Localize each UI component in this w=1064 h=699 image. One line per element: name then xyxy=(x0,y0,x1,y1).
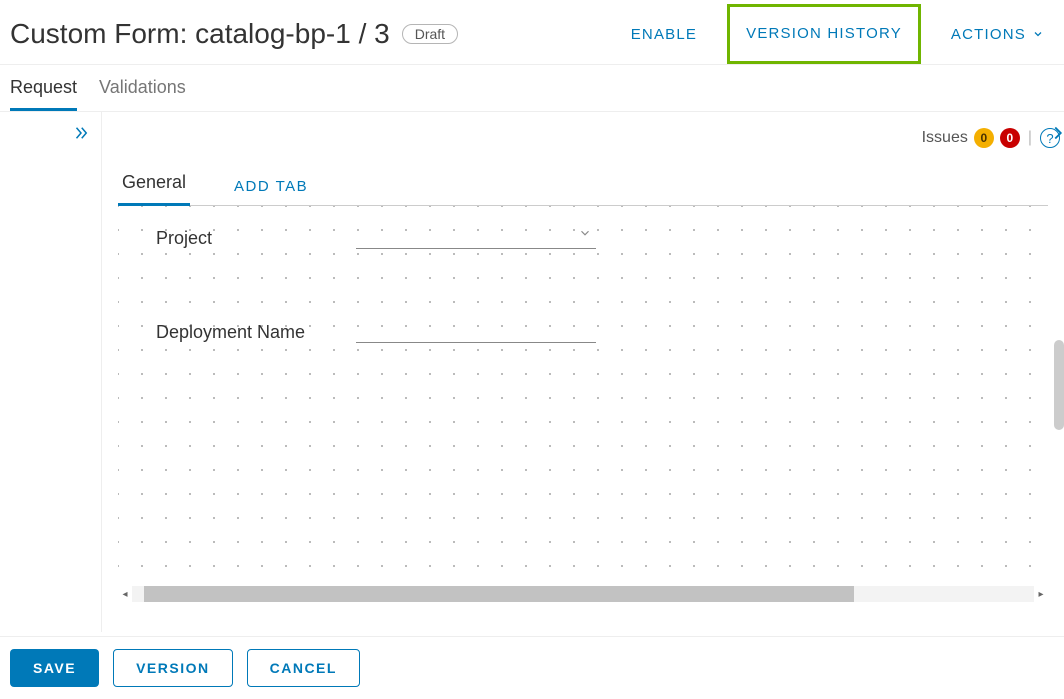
double-chevron-right-icon xyxy=(71,124,91,142)
header-nav: ENABLE VERSION HISTORY ACTIONS xyxy=(609,25,1044,43)
scroll-track[interactable] xyxy=(132,586,1034,602)
chevron-down-icon xyxy=(578,226,592,243)
project-dropdown[interactable] xyxy=(356,228,596,249)
workspace: Issues 0 0 | ? General ADD TAB Project xyxy=(0,112,1064,632)
divider: | xyxy=(1028,129,1032,147)
version-history-highlight: VERSION HISTORY xyxy=(727,4,921,64)
actions-label: ACTIONS xyxy=(951,26,1026,43)
scroll-left-button[interactable]: ◂ xyxy=(118,589,132,600)
errors-badge[interactable]: 0 xyxy=(1000,128,1020,148)
actions-menu-button[interactable]: ACTIONS xyxy=(951,26,1044,43)
field-project[interactable]: Project xyxy=(156,228,596,249)
form-canvas[interactable]: Project Deployment Name xyxy=(118,206,1048,586)
page-vertical-scrollbar[interactable] xyxy=(1054,340,1064,430)
add-tab-button[interactable]: ADD TAB xyxy=(230,168,312,205)
page-title: Custom Form: catalog-bp-1 / 3 xyxy=(10,18,390,50)
tab-validations[interactable]: Validations xyxy=(99,77,186,111)
chevron-right-icon xyxy=(1052,122,1064,144)
status-badge: Draft xyxy=(402,24,458,44)
field-deployment-name[interactable]: Deployment Name xyxy=(156,322,596,343)
issues-bar: Issues 0 0 | ? xyxy=(102,118,1064,162)
project-label: Project xyxy=(156,228,356,249)
issues-label: Issues xyxy=(922,129,968,147)
version-history-button[interactable]: VERSION HISTORY xyxy=(746,25,902,42)
version-button[interactable]: VERSION xyxy=(113,649,233,687)
canvas-wrap: Project Deployment Name xyxy=(102,206,1064,586)
form-tab-general[interactable]: General xyxy=(118,162,190,206)
form-tabs-wrap: General ADD TAB xyxy=(102,162,1064,206)
form-tabs: General ADD TAB xyxy=(118,162,1048,206)
page-header: Custom Form: catalog-bp-1 / 3 Draft ENAB… xyxy=(0,0,1064,65)
enable-button[interactable]: ENABLE xyxy=(631,26,697,43)
tab-request[interactable]: Request xyxy=(10,77,77,111)
footer-bar: SAVE VERSION CANCEL xyxy=(0,636,1064,699)
primary-tabs: Request Validations xyxy=(0,65,1064,112)
scroll-thumb[interactable] xyxy=(144,586,854,602)
expand-right-panel-button[interactable] xyxy=(1052,122,1064,149)
canvas-horizontal-scrollbar[interactable]: ◂ ▸ xyxy=(118,586,1048,602)
deployment-name-input[interactable] xyxy=(356,322,596,343)
deployment-name-label: Deployment Name xyxy=(156,322,356,343)
scroll-right-button[interactable]: ▸ xyxy=(1034,589,1048,600)
save-button[interactable]: SAVE xyxy=(10,649,99,687)
left-panel-collapsed xyxy=(0,112,102,632)
main-area: Issues 0 0 | ? General ADD TAB Project xyxy=(102,112,1064,632)
expand-left-panel-button[interactable] xyxy=(71,124,91,147)
cancel-button[interactable]: CANCEL xyxy=(247,649,360,687)
chevron-down-icon xyxy=(1032,28,1044,40)
warnings-badge[interactable]: 0 xyxy=(974,128,994,148)
